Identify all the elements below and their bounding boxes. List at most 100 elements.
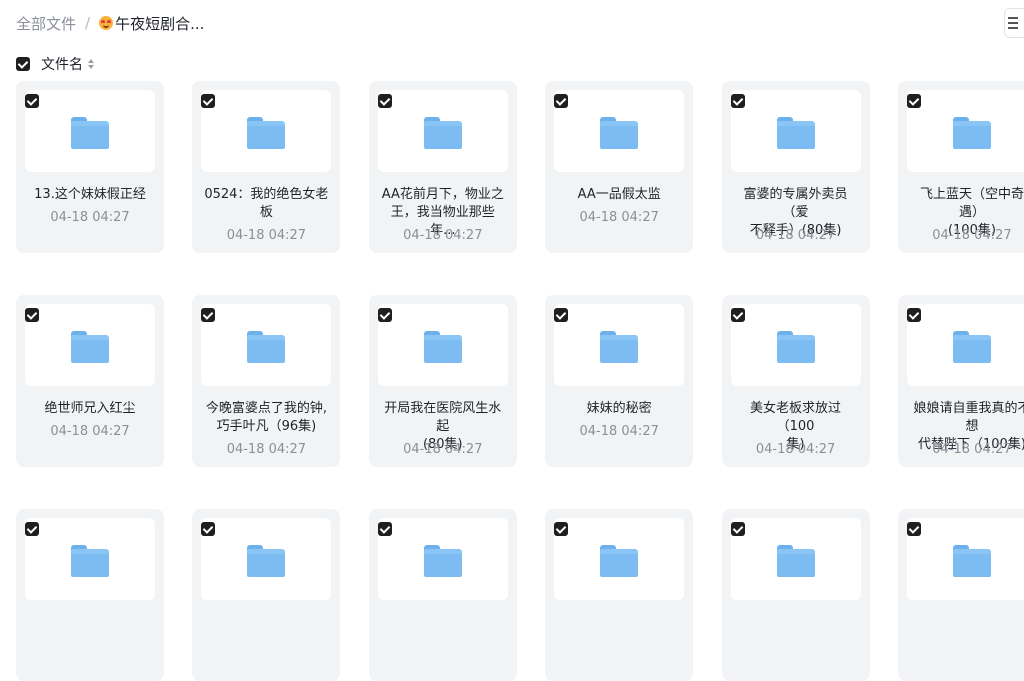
folder-checkbox[interactable] [201,522,216,536]
folder-card[interactable]: 富婆的专属外卖员（爱 不释手）(80集) 04-18 04:27 [721,81,870,253]
folder-card[interactable] [545,509,694,681]
filename-column-header[interactable]: 文件名 [41,54,83,74]
folder-name: AA一品假太监 [577,187,661,202]
folder-card[interactable] [16,509,164,681]
folder-icon [247,117,286,149]
folder-thumbnail [201,304,332,386]
folder-icon [776,545,815,577]
folder-card[interactable]: 绝世师兄入红尘 04-18 04:27 [16,295,164,467]
folder-card[interactable]: 0524：我的绝色女老 板 04-18 04:27 [192,81,341,253]
folder-date: 04-18 04:27 [579,210,659,225]
folder-icon [423,545,462,577]
folder-thumbnail [25,304,155,386]
folder-checkbox[interactable] [201,94,216,108]
folder-checkbox[interactable] [377,522,392,536]
folder-icon [952,331,991,363]
breadcrumb: 全部文件 / 午夜短剧合... [16,12,204,34]
folder-card[interactable]: AA花前月下，物业之 王，我当物业那些年... 04-18 04:27 [368,81,517,253]
folder-date: 04-18 04:27 [50,210,130,225]
breadcrumb-current-folder: 午夜短剧合... [99,13,204,34]
select-all-checkbox[interactable] [16,57,30,71]
folder-icon [600,331,639,363]
folder-card[interactable]: 13.这个妹妹假正经 04-18 04:27 [16,81,164,253]
folder-card[interactable]: 开局我在医院风生水起 (80集) 04-18 04:27 [368,295,517,467]
folder-icon [71,117,109,149]
folder-icon [600,117,639,149]
folder-checkbox[interactable] [906,522,921,536]
folder-thumbnail [377,518,508,600]
folder-checkbox[interactable] [377,94,392,108]
breadcrumb-root-link[interactable]: 全部文件 [16,13,76,34]
sort-icon[interactable] [88,59,94,69]
breadcrumb-current-label: 午夜短剧合... [115,14,205,33]
view-menu-button[interactable] [1004,8,1024,38]
folder-checkbox[interactable] [730,522,745,536]
folder-icon [423,331,462,363]
folder-date: 04-18 04:27 [932,442,1012,457]
menu-icon [1008,17,1018,29]
folder-icon [423,117,462,149]
folder-checkbox[interactable] [906,94,921,108]
folder-card[interactable]: 妹妹的秘密 04-18 04:27 [545,295,694,467]
folder-checkbox[interactable] [201,308,216,322]
folder-date: 04-18 04:27 [50,424,130,439]
folder-thumbnail [906,90,1024,172]
folder-checkbox[interactable] [554,94,569,108]
folder-icon [600,545,639,577]
folder-date: 04-18 04:27 [932,228,1012,243]
folder-date: 04-18 04:27 [226,442,307,457]
folder-checkbox[interactable] [554,308,569,322]
folder-name: 今晚富婆点了我的钟, 巧手叶凡（96集) [205,401,327,434]
breadcrumb-separator: / [85,14,91,32]
folder-card[interactable] [721,509,870,681]
folder-thumbnail [25,90,155,172]
folder-card[interactable] [192,509,341,681]
folder-name: 妹妹的秘密 [586,401,652,416]
folder-checkbox[interactable] [730,94,745,108]
folder-date: 04-18 04:27 [755,442,836,457]
folder-icon [776,331,815,363]
folder-checkbox[interactable] [554,522,569,536]
folder-card[interactable] [368,509,517,681]
folder-thumbnail [377,90,508,172]
folder-checkbox[interactable] [377,308,392,322]
folder-icon [71,545,109,577]
folder-thumbnail [730,90,861,172]
folder-checkbox[interactable] [25,308,39,322]
folder-date: 04-18 04:27 [755,228,836,243]
folder-icon [952,117,991,149]
folder-thumbnail [906,304,1024,386]
folder-thumbnail [906,518,1024,600]
file-grid: 13.这个妹妹假正经 04-18 04:27 0524：我的绝色女老 板 04-18 … [16,81,1024,681]
folder-card[interactable]: 今晚富婆点了我的钟, 巧手叶凡（96集) 04-18 04:27 [192,295,341,467]
folder-name: 绝世师兄入红尘 [44,401,136,416]
folder-icon [247,545,286,577]
folder-card[interactable]: 飞上蓝天（空中奇遇） (100集) 04-18 04:27 [897,81,1024,253]
folder-checkbox[interactable] [730,308,745,322]
folder-thumbnail [25,518,155,600]
folder-thumbnail [730,304,861,386]
folder-checkbox[interactable] [25,94,39,108]
folder-thumbnail [201,90,332,172]
folder-date: 04-18 04:27 [226,228,307,243]
folder-card[interactable]: AA一品假太监 04-18 04:27 [545,81,694,253]
folder-thumbnail [554,90,685,172]
folder-icon [71,331,109,363]
folder-date: 04-18 04:27 [403,228,483,243]
folder-checkbox[interactable] [906,308,921,322]
folder-thumbnail [201,518,332,600]
folder-icon [776,117,815,149]
folder-card[interactable] [897,509,1024,681]
folder-name: 0524：我的绝色女老 板 [204,187,329,220]
folder-checkbox[interactable] [25,522,39,536]
folder-date: 04-18 04:27 [579,424,659,439]
folder-card[interactable]: 娘娘请自重我真的不想 代替陛下（100集) 04-18 04:27 [897,295,1024,467]
folder-name: 13.这个妹妹假正经 [34,187,146,202]
heart-eyes-emoji-icon [99,16,114,30]
folder-thumbnail [554,304,685,386]
folder-date: 04-18 04:27 [403,442,483,457]
folder-card[interactable]: 美女老板求放过（100 集) 04-18 04:27 [721,295,870,467]
folder-icon [247,331,286,363]
folder-icon [952,545,991,577]
folder-thumbnail [554,518,685,600]
